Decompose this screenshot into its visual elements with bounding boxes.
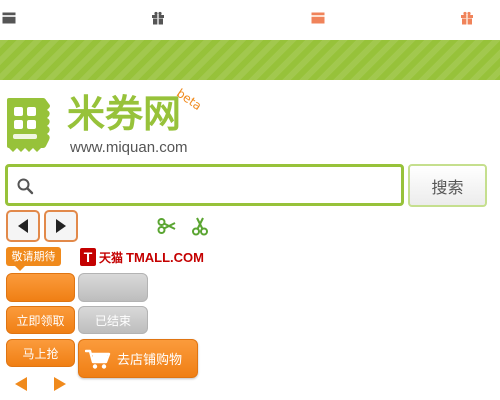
ended-button[interactable]: 已结束 — [78, 306, 148, 334]
go-to-shop-label: 去店铺购物 — [117, 353, 183, 368]
arrow-right-icon — [56, 219, 66, 233]
claim-now-button[interactable]: 立即领取 — [6, 306, 75, 334]
tmall-name-cn: 天猫 — [99, 250, 124, 265]
green-banner — [0, 40, 500, 80]
arrow-left-icon — [18, 219, 28, 233]
tmall-badge: T — [80, 248, 96, 266]
gift-icon[interactable] — [151, 11, 165, 25]
search-icon — [17, 178, 34, 195]
miquan-logo-icon[interactable] — [5, 96, 59, 152]
card-icon-active[interactable] — [311, 11, 325, 25]
shopping-cart-icon — [85, 349, 111, 369]
search-input[interactable] — [40, 171, 395, 199]
scissors-vertical-icon[interactable] — [190, 216, 210, 236]
site-logo-title[interactable]: 米券网 — [67, 92, 181, 136]
search-button[interactable]: 搜索 — [408, 164, 487, 207]
site-url: www.miquan.com — [70, 139, 188, 156]
scissors-icon[interactable] — [157, 216, 177, 236]
search-box[interactable] — [5, 164, 404, 206]
prev-button[interactable] — [6, 210, 40, 242]
coming-soon-tag: 敬请期待 — [6, 247, 61, 271]
gray-button-blank[interactable] — [78, 273, 148, 302]
gift-icon-active[interactable] — [460, 11, 474, 25]
card-icon[interactable] — [2, 11, 16, 25]
tmall-name-en: TMALL.COM — [126, 249, 204, 265]
small-arrow-left-icon[interactable] — [13, 376, 29, 392]
tmall-logo[interactable]: T 天猫 TMALL.COM — [80, 247, 204, 267]
small-arrow-right-icon[interactable] — [52, 376, 68, 392]
orange-button-blank[interactable] — [6, 273, 75, 302]
next-button[interactable] — [44, 210, 78, 242]
grab-now-button[interactable]: 马上抢 — [6, 339, 75, 367]
go-to-shop-button[interactable]: 去店铺购物 — [78, 339, 198, 378]
